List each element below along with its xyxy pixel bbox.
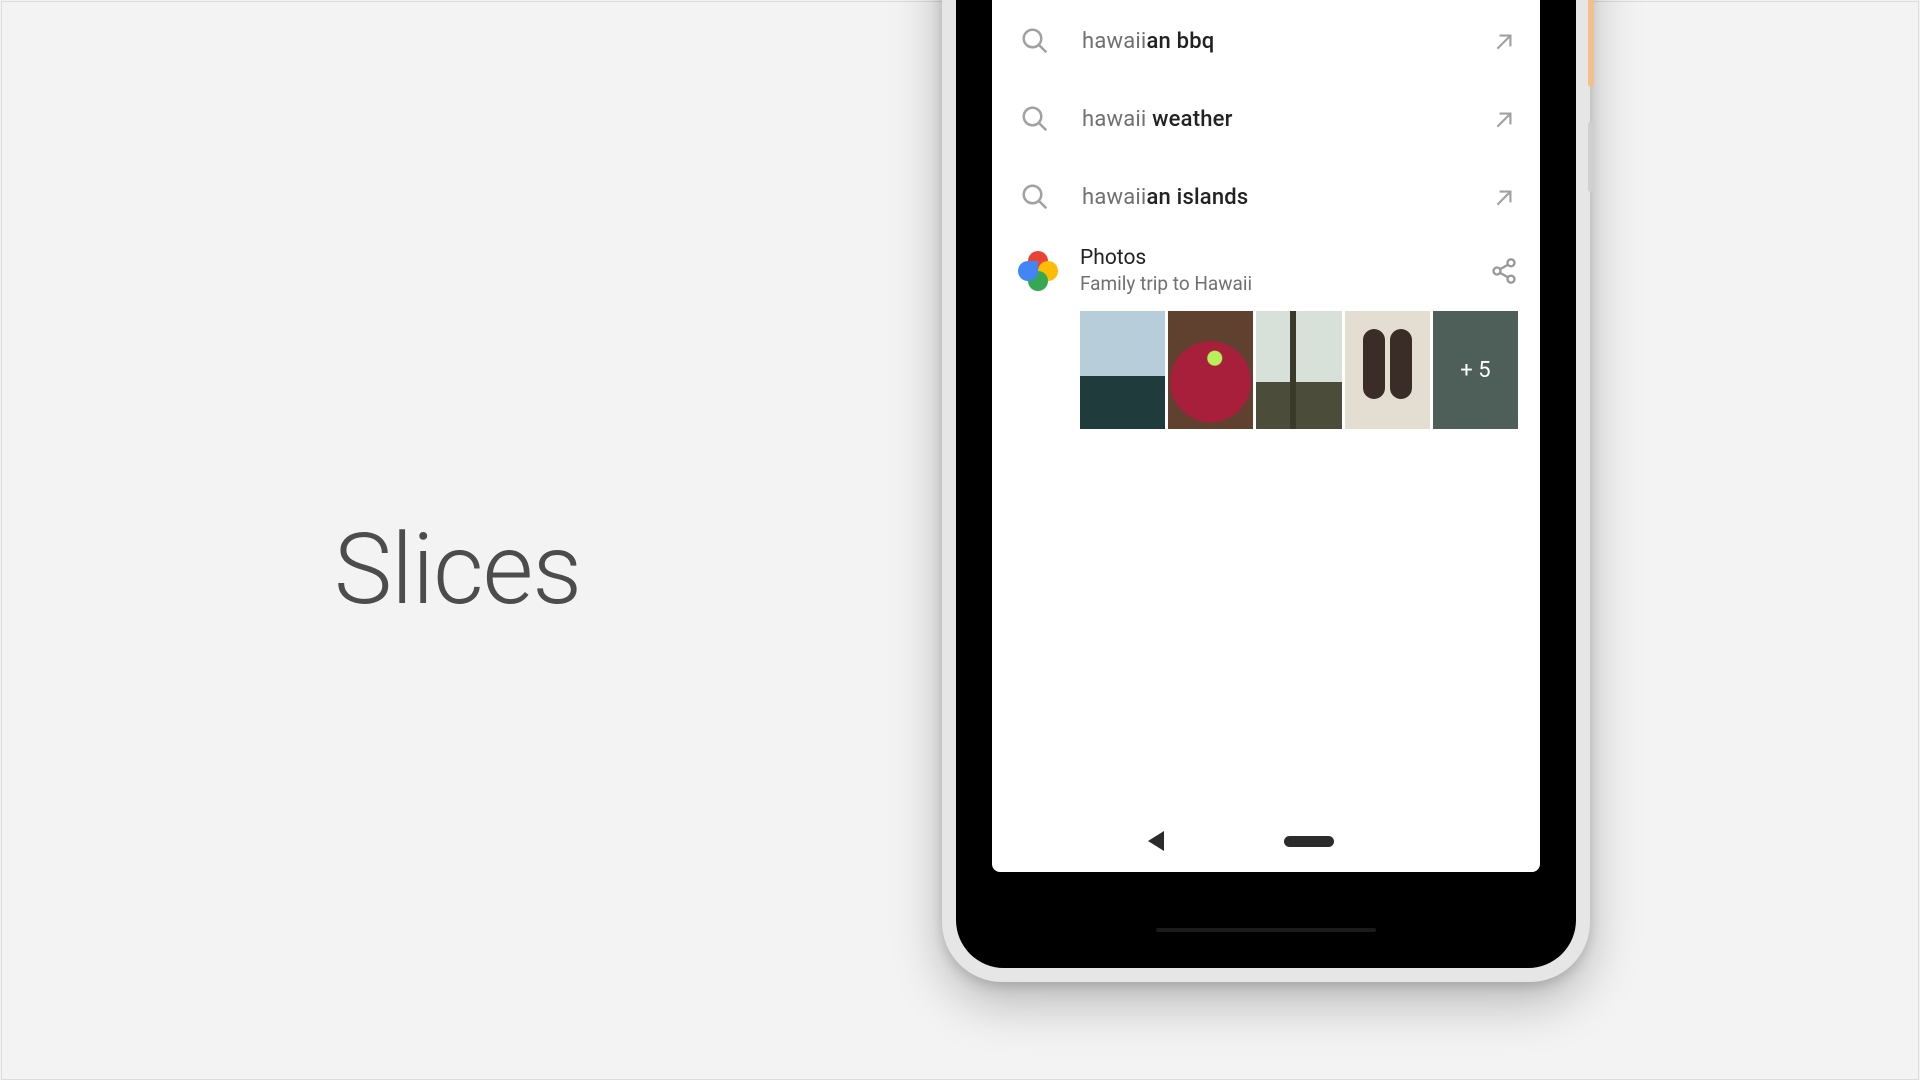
photos-slice[interactable]: Photos Family trip to Hawaii — [992, 236, 1540, 429]
phone-screen: hawaiian airlines hawaiian bbq hawaii we… — [992, 0, 1540, 872]
volume-button — [1588, 122, 1593, 192]
search-icon — [1020, 182, 1050, 212]
slide-title: Slices — [334, 512, 581, 627]
android-navbar — [992, 810, 1540, 872]
phone-speaker — [1156, 928, 1376, 932]
photo-thumbnail[interactable] — [1168, 311, 1253, 429]
photo-thumbnails: + 5 — [1080, 311, 1518, 429]
slice-subtitle: Family trip to Hawaii — [1080, 272, 1490, 295]
photo-thumbnail[interactable] — [1256, 311, 1341, 429]
slice-header: Photos Family trip to Hawaii — [1014, 246, 1518, 295]
home-pill[interactable] — [1284, 836, 1334, 847]
more-count: + 5 — [1460, 358, 1490, 383]
search-icon — [1020, 26, 1050, 56]
suggestion-row[interactable]: hawaiian islands — [992, 158, 1540, 236]
insert-arrow-icon[interactable] — [1492, 184, 1518, 210]
suggestion-text: hawaii weather — [1082, 107, 1492, 132]
suggestion-text: hawaiian bbq — [1082, 29, 1492, 54]
slice-text: Photos Family trip to Hawaii — [1080, 246, 1490, 295]
photo-thumbnail[interactable] — [1080, 311, 1165, 429]
google-photos-icon — [1018, 251, 1058, 291]
back-button[interactable] — [1148, 831, 1164, 851]
insert-arrow-icon[interactable] — [1492, 106, 1518, 132]
search-suggestions: hawaiian airlines hawaiian bbq hawaii we… — [992, 0, 1540, 236]
suggestion-row[interactable]: hawaii weather — [992, 80, 1540, 158]
phone-frame: hawaiian airlines hawaiian bbq hawaii we… — [956, 0, 1576, 968]
share-icon[interactable] — [1490, 257, 1518, 285]
search-icon — [1020, 104, 1050, 134]
photo-thumbnail-more[interactable]: + 5 — [1433, 311, 1518, 429]
suggestion-row[interactable]: hawaiian bbq — [992, 2, 1540, 80]
photo-thumbnail[interactable] — [1345, 311, 1430, 429]
insert-arrow-icon[interactable] — [1492, 28, 1518, 54]
phone-mock: hawaiian airlines hawaiian bbq hawaii we… — [942, 0, 1590, 982]
slide-canvas: Slices hawaiian airlines hawaiian bbq — [1, 1, 1919, 1080]
suggestion-text: hawaiian islands — [1082, 185, 1492, 210]
slice-app-name: Photos — [1080, 246, 1490, 270]
power-button — [1588, 0, 1594, 87]
